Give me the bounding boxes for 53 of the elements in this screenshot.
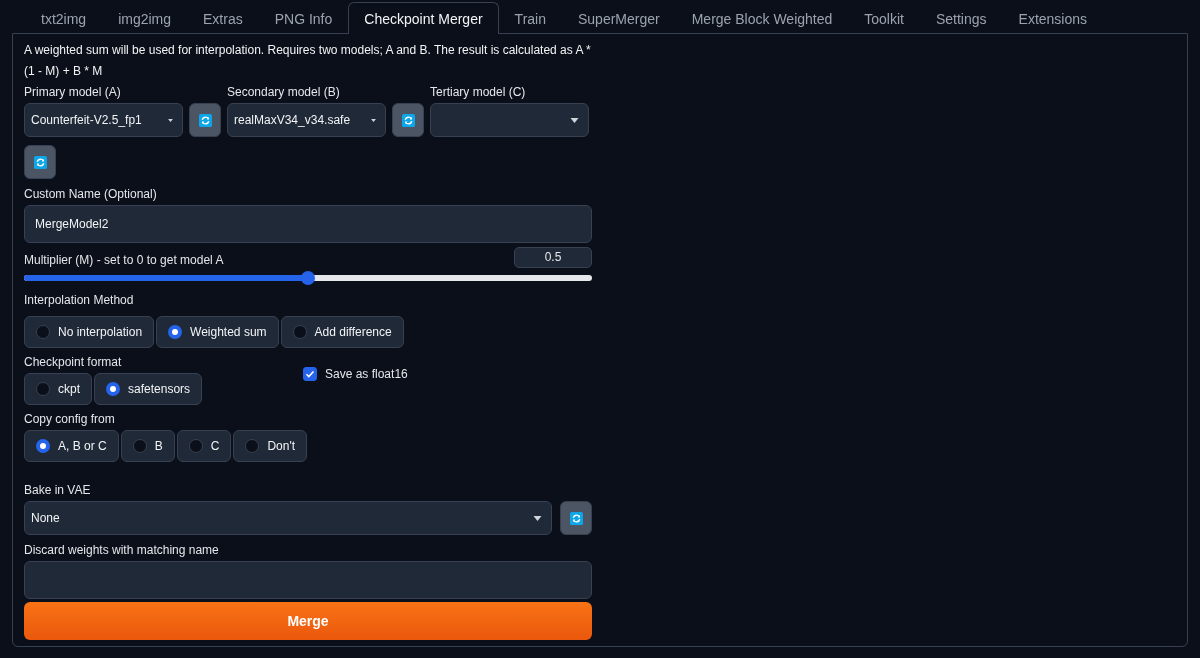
checkbox-label: Save as float16	[325, 366, 408, 381]
caret-icon	[570, 117, 579, 123]
radio-option[interactable]: B	[120, 430, 175, 462]
radio-option[interactable]: C	[176, 430, 232, 462]
tab[interactable]: Extensions	[1002, 2, 1104, 34]
caret-icon	[533, 515, 542, 521]
tab[interactable]: img2img	[102, 2, 188, 34]
group-label: Interpolation Method	[24, 293, 134, 307]
field-label: Primary model (A)	[24, 85, 122, 99]
group-label: Copy config from	[24, 412, 115, 426]
custom-name-field[interactable]: MergeModel2	[24, 205, 592, 243]
vae-dropdown[interactable]: None	[24, 501, 552, 535]
model-dropdown[interactable]: realMaxV34_v34.safe	[227, 103, 386, 137]
caret-icon	[371, 118, 376, 122]
tab[interactable]: Toolkit	[848, 2, 920, 34]
field-label: Discard weights with matching name	[24, 543, 219, 557]
tab[interactable]: Merge Block Weighted	[675, 2, 849, 34]
tab[interactable]: SuperMerger	[562, 2, 676, 34]
field-label: Tertiary model (C)	[430, 85, 527, 99]
caret-icon	[168, 118, 173, 122]
description-text: A weighted sum will be used for interpolation. Requires two models; A and B. The result is calculated as A * (1 - M) + B * M	[24, 42, 592, 80]
field-label: Secondary model (B)	[227, 85, 341, 99]
refresh-icon	[33, 155, 47, 169]
refresh-icon	[401, 113, 415, 127]
tab[interactable]: Checkpoint Merger	[348, 2, 499, 34]
tab[interactable]: Settings	[919, 2, 1003, 34]
discard-weights-field[interactable]	[24, 561, 592, 599]
radio-option[interactable]: Weighted sum	[156, 316, 279, 348]
radio-option[interactable]: ckpt	[24, 373, 92, 405]
number-field[interactable]: 0.5	[514, 247, 592, 268]
slider-thumb[interactable]	[301, 271, 315, 285]
tab[interactable]: Extras	[187, 2, 259, 34]
refresh-button[interactable]	[392, 103, 424, 137]
refresh-button[interactable]	[189, 103, 221, 137]
refresh-icon	[198, 113, 212, 127]
radio-option[interactable]: safetensors	[94, 373, 203, 405]
radio-option[interactable]: No interpolation	[24, 316, 155, 348]
radio-option[interactable]: Don't	[233, 430, 307, 462]
refresh-button[interactable]	[560, 501, 592, 535]
radio-option[interactable]: Add difference	[280, 316, 404, 348]
tab[interactable]: Train	[498, 2, 562, 34]
refresh-icon	[569, 511, 583, 525]
tab[interactable]: PNG Info	[258, 2, 349, 34]
tab[interactable]: txt2img	[25, 2, 103, 34]
group-label: Checkpoint format	[24, 355, 123, 369]
slider-label: Multiplier (M) - set to 0 to get model A	[24, 253, 224, 267]
field-label: Bake in VAE	[24, 483, 91, 497]
model-dropdown[interactable]: Counterfeit-V2.5_fp1	[24, 103, 183, 137]
radio-option[interactable]: A, B or C	[24, 430, 119, 462]
field-label: Custom Name (Optional)	[24, 187, 157, 201]
checkbox[interactable]	[303, 366, 317, 381]
refresh-button[interactable]	[24, 145, 56, 179]
check-icon	[305, 368, 315, 379]
